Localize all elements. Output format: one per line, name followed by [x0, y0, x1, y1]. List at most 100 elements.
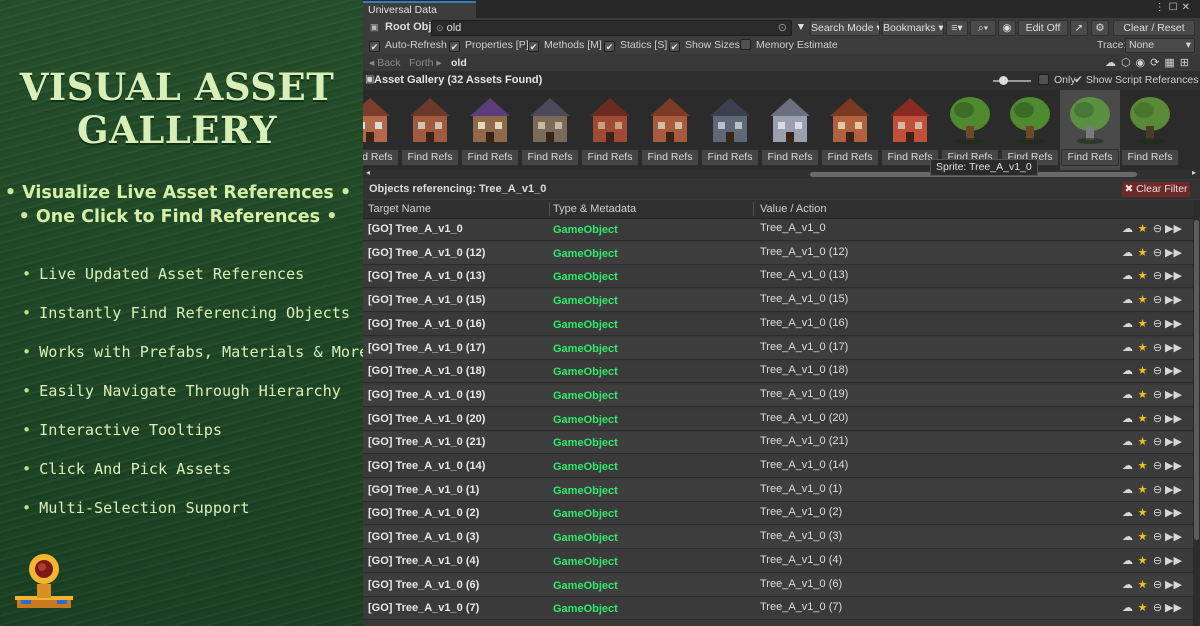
value-action[interactable]: Tree_A_v1_0 (7): [760, 601, 842, 613]
link-icon[interactable]: ⊖: [1150, 483, 1165, 496]
ping-icon[interactable]: ☁: [1120, 601, 1135, 614]
star-icon[interactable]: ★: [1135, 506, 1150, 519]
target-name[interactable]: [GO] Tree_A_v1_0 (3): [368, 531, 479, 543]
find-refs-button[interactable]: Find Refs: [461, 149, 519, 166]
memory-estimate-toggle[interactable]: Memory Estimate: [740, 39, 838, 52]
expand-icon[interactable]: ▶▶: [1165, 317, 1182, 330]
value-action[interactable]: Tree_A_v1_0 (21): [760, 435, 848, 447]
value-action[interactable]: Tree_A_v1_0 (15): [760, 293, 848, 305]
refresh-icon[interactable]: ⟳: [1150, 57, 1164, 69]
target-name[interactable]: [GO] Tree_A_v1_0 (21): [368, 436, 485, 448]
link-icon[interactable]: ⊖: [1150, 554, 1165, 567]
ping-icon[interactable]: ☁: [1120, 459, 1135, 472]
ping-icon[interactable]: ☁: [1120, 578, 1135, 591]
table-row[interactable]: [GO] Tree_A_v1_0 (17) GameObject Tree_A_v1…: [363, 337, 1193, 360]
star-icon[interactable]: ★: [1135, 483, 1150, 496]
ping-icon[interactable]: ☁: [1120, 293, 1135, 306]
asset-thumbnail[interactable]: Find Refs: [1120, 90, 1180, 170]
star-icon[interactable]: ★: [1135, 341, 1150, 354]
settings-gear-icon[interactable]: ⚙: [1091, 20, 1109, 36]
asset-thumbnail[interactable]: Find Refs: [400, 90, 460, 170]
expand-icon[interactable]: ▶▶: [1165, 364, 1182, 377]
star-icon[interactable]: ★: [1135, 388, 1150, 401]
cube-icon[interactable]: ⬡: [1121, 57, 1136, 69]
asset-thumbnail[interactable]: Find Refs: [880, 90, 940, 170]
only-toggle[interactable]: Only: [1038, 74, 1076, 87]
auto-refresh-toggle[interactable]: ✔ Auto-Refresh: [369, 39, 447, 52]
zoom-icon[interactable]: ⌕▾: [970, 20, 996, 36]
ping-icon[interactable]: ☁: [1120, 222, 1135, 235]
target-name[interactable]: [GO] Tree_A_v1_0 (16): [368, 318, 485, 330]
menu-icon[interactable]: ⋮: [1155, 2, 1169, 13]
ping-icon[interactable]: ☁: [1120, 388, 1135, 401]
target-name[interactable]: [GO] Tree_A_v1_0 (19): [368, 389, 485, 401]
column-header[interactable]: Target Name: [368, 203, 431, 215]
find-refs-button[interactable]: Find Refs: [641, 149, 699, 166]
asset-thumbnail[interactable]: Find Refs: [1000, 90, 1060, 170]
star-icon[interactable]: ★: [1135, 459, 1150, 472]
table-row[interactable]: [GO] Tree_A_v1_0 (4) GameObject Tree_A_v1_…: [363, 550, 1193, 573]
star-icon[interactable]: ★: [1135, 601, 1150, 614]
root-obj-field[interactable]: ⊙ old ⊙: [431, 20, 792, 36]
object-picker-icon[interactable]: ⊙: [778, 21, 787, 35]
table-row[interactable]: [GO] Tree_A_v1_0 (21) GameObject Tree_A_v1…: [363, 432, 1193, 455]
link-icon[interactable]: ⊖: [1150, 222, 1165, 235]
star-icon[interactable]: ★: [1135, 530, 1150, 543]
expand-icon[interactable]: ▶▶: [1165, 459, 1182, 472]
asset-thumbnail[interactable]: Find Refs: [940, 90, 1000, 170]
eye-icon[interactable]: ◉: [1136, 57, 1151, 69]
expand-icon[interactable]: ▶▶: [1165, 554, 1182, 567]
ping-icon[interactable]: ☁: [1120, 483, 1135, 496]
table-row[interactable]: [GO] Tree_A_v1_0 (16) GameObject Tree_A_v1…: [363, 313, 1193, 336]
star-icon[interactable]: ★: [1135, 222, 1150, 235]
target-name[interactable]: [GO] Tree_A_v1_0 (7): [368, 602, 479, 614]
pin-icon[interactable]: ➚: [1070, 20, 1088, 36]
value-action[interactable]: Tree_A_v1_0 (19): [760, 388, 848, 400]
table-row[interactable]: [GO] Tree_A_v1_0 (12) GameObject Tree_A_v1…: [363, 242, 1193, 265]
target-name[interactable]: [GO] Tree_A_v1_0 (4): [368, 555, 479, 567]
expand-icon[interactable]: ▶▶: [1165, 530, 1182, 543]
find-refs-button[interactable]: Find Refs: [1061, 149, 1119, 166]
target-name[interactable]: [GO] Tree_A_v1_0 (14): [368, 460, 485, 472]
ping-icon[interactable]: ☁: [1120, 246, 1135, 259]
value-action[interactable]: Tree_A_v1_0 (20): [760, 412, 848, 424]
link-icon[interactable]: ⊖: [1150, 412, 1165, 425]
link-icon[interactable]: ⊖: [1150, 530, 1165, 543]
link-icon[interactable]: ⊖: [1150, 269, 1165, 282]
search-mode-button[interactable]: Search Mode ▾: [810, 20, 880, 36]
expand-icon[interactable]: ▶▶: [1165, 293, 1182, 306]
maximize-icon[interactable]: ☐: [1169, 2, 1182, 13]
link-icon[interactable]: ⊖: [1150, 341, 1165, 354]
clear-reset-button[interactable]: Clear / Reset: [1113, 20, 1195, 36]
show-sizes-toggle[interactable]: ✔ Show Sizes: [669, 39, 740, 52]
methods-toggle[interactable]: ✔ Methods [M]: [528, 39, 602, 52]
find-refs-button[interactable]: Find Refs: [701, 149, 759, 166]
window-tab[interactable]: Universal Data Browser: [363, 1, 476, 30]
column-divider[interactable]: [753, 202, 754, 216]
expand-icon[interactable]: ▶▶: [1165, 483, 1182, 496]
target-name[interactable]: [GO] Tree_A_v1_0 (17): [368, 342, 485, 354]
ping-icon[interactable]: ☁: [1120, 269, 1135, 282]
link-icon[interactable]: ⊖: [1150, 506, 1165, 519]
ping-icon[interactable]: ☁: [1120, 435, 1135, 448]
value-action[interactable]: Tree_A_v1_0 (17): [760, 341, 848, 353]
column-header[interactable]: Value / Action: [760, 203, 826, 215]
target-name[interactable]: [GO] Tree_A_v1_0 (20): [368, 413, 485, 425]
value-action[interactable]: Tree_A_v1_0 (16): [760, 317, 848, 329]
find-refs-button[interactable]: Find Refs: [581, 149, 639, 166]
target-name[interactable]: [GO] Tree_A_v1_0 (1): [368, 484, 479, 496]
value-action[interactable]: Tree_A_v1_0 (3): [760, 530, 842, 542]
properties-toggle[interactable]: ✔ Properties [P]: [449, 39, 529, 52]
link-icon[interactable]: ⊖: [1150, 459, 1165, 472]
value-action[interactable]: Tree_A_v1_0 (18): [760, 364, 848, 376]
asset-thumbnail[interactable]: Find Refs: [520, 90, 580, 170]
statics-toggle[interactable]: ✔ Statics [S]: [604, 39, 667, 52]
ping-icon[interactable]: ☁: [1120, 554, 1135, 567]
table-row[interactable]: [GO] Tree_A_v1_0 (15) GameObject Tree_A_v1…: [363, 290, 1193, 313]
ping-icon[interactable]: ☁: [1120, 317, 1135, 330]
value-action[interactable]: Tree_A_v1_0 (13): [760, 269, 848, 281]
star-icon[interactable]: ★: [1135, 554, 1150, 567]
ping-icon[interactable]: ☁: [1120, 341, 1135, 354]
expand-icon[interactable]: ▶▶: [1165, 388, 1182, 401]
scroll-left-icon[interactable]: ◂: [366, 168, 370, 177]
